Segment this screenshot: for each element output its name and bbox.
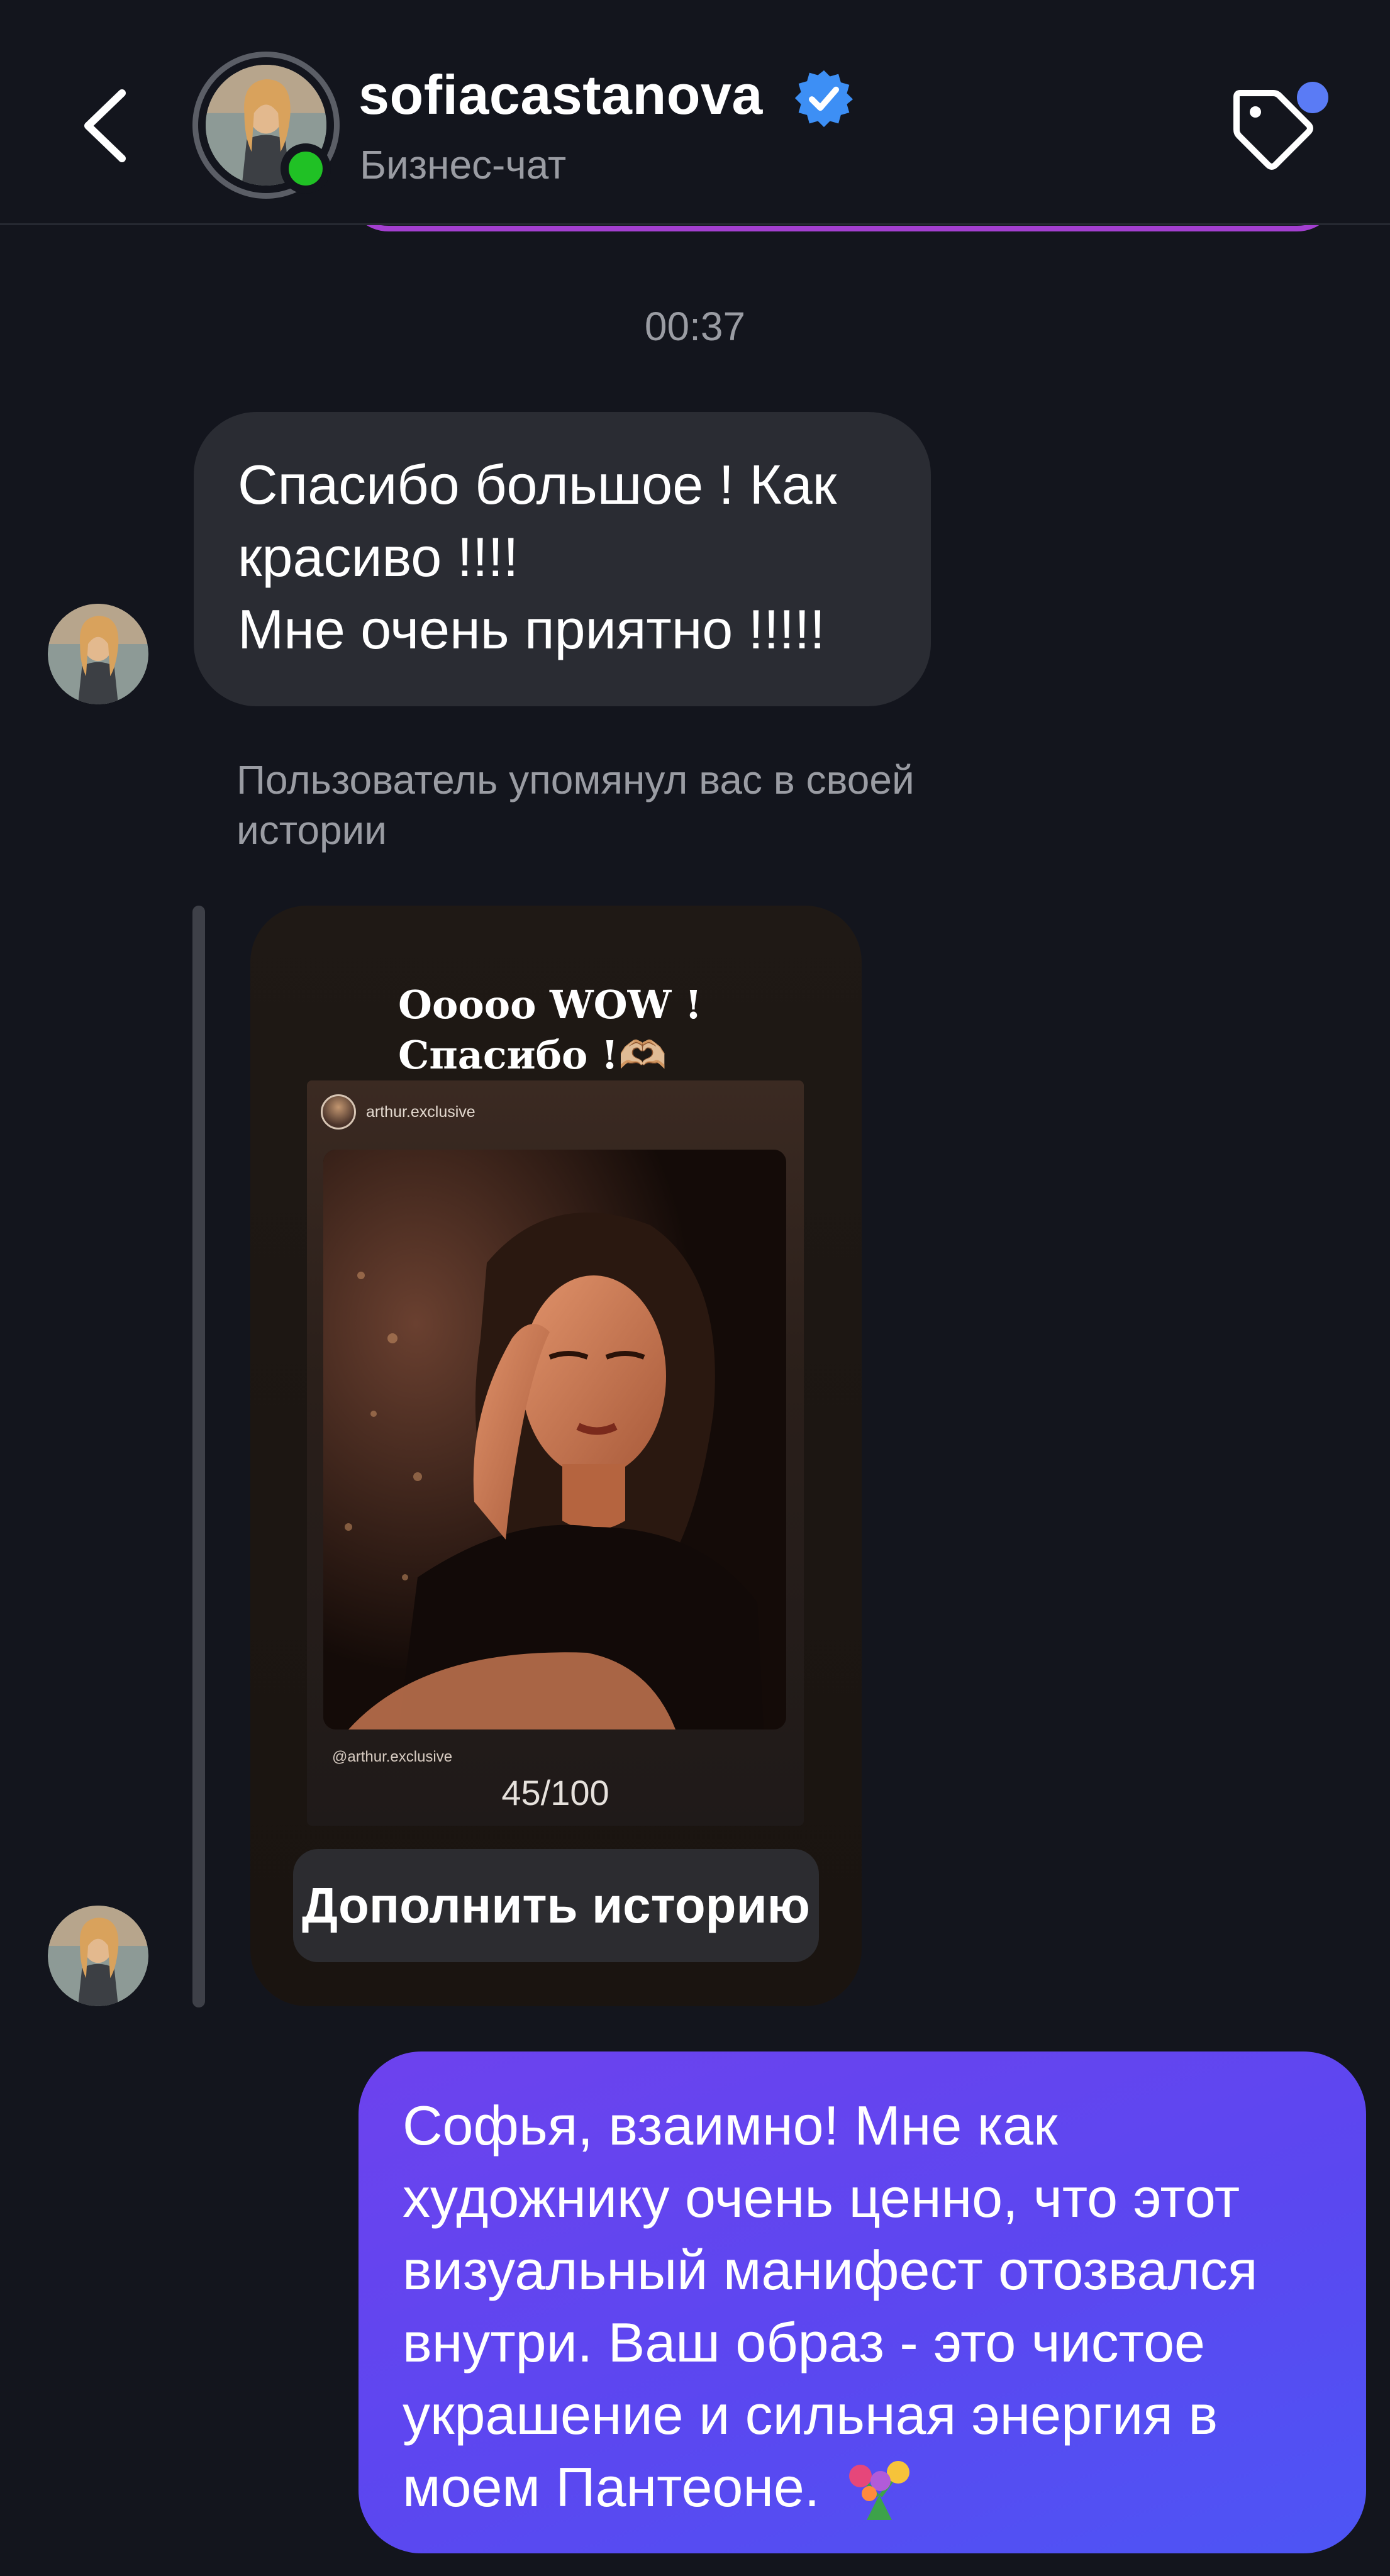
online-status-dot — [281, 143, 331, 194]
outgoing-message-bubble[interactable]: Софья, взаимно! Мне как художнику очень … — [359, 2051, 1366, 2553]
sender-avatar[interactable] — [48, 604, 148, 704]
portrait-image — [323, 1150, 786, 1729]
verified-badge-icon — [794, 70, 853, 128]
repost-caption: @arthur.exclusive — [332, 1748, 453, 1765]
message-line: Спасибо большое ! Как — [238, 453, 837, 516]
repost-avatar — [321, 1094, 356, 1130]
notification-dot — [1297, 82, 1328, 113]
repost-counter: 45/100 — [501, 1773, 609, 1813]
repost-header: arthur.exclusive — [321, 1093, 475, 1131]
sender-avatar[interactable] — [48, 1906, 148, 2006]
story-mention-card[interactable]: Ooooo WOW ! Спасибо !🫶🏼 arthur.exclusive — [250, 906, 862, 2006]
story-title-line: Спасибо !🫶🏼 — [398, 1032, 667, 1078]
repost-handle: arthur.exclusive — [366, 1102, 475, 1121]
story-mention-note: Пользователь упомянул вас в своей истори… — [236, 757, 915, 853]
message-line: художнику очень ценно, что этот — [403, 2167, 1240, 2229]
message-line: визуальный манифест отозвался — [403, 2239, 1258, 2301]
story-reply-bar — [192, 906, 205, 2007]
message-line: Софья, взаимно! Мне как — [403, 2094, 1058, 2157]
message-line: красиво !!!! — [238, 526, 519, 588]
story-title: Ooooo WOW ! Спасибо !🫶🏼 — [398, 980, 702, 1080]
message-line: Мне очень приятно !!!!! — [238, 598, 825, 660]
back-button[interactable] — [69, 82, 145, 170]
message-line: внутри. Ваш образ - это чистое — [403, 2311, 1205, 2373]
message-line: украшение и сильная энергия в — [403, 2384, 1218, 2446]
message-timestamp: 00:37 — [644, 304, 746, 349]
avatar-image — [48, 604, 148, 704]
chat-header: sofiacastanova Бизнес-чат — [0, 0, 1390, 225]
avatar-image — [48, 1906, 148, 2006]
chat-subtitle: Бизнес-чат — [360, 142, 567, 187]
message-line: моем Пантеоне. — [403, 2456, 820, 2518]
message-last-line: моем Пантеоне. — [403, 2451, 1322, 2526]
add-to-story-button[interactable]: Дополнить историю — [293, 1849, 819, 1962]
reposted-post: arthur.exclusive @arthur.exclusive 45/10… — [307, 1080, 804, 1826]
chevron-left-icon — [84, 89, 126, 162]
flowers-bouquet-icon — [848, 2460, 909, 2520]
story-title-line: Ooooo WOW ! — [398, 982, 703, 1028]
incoming-message-bubble[interactable]: Спасибо большое ! Как красиво !!!! Мне о… — [194, 412, 931, 706]
chat-username[interactable]: sofiacastanova — [359, 63, 763, 127]
